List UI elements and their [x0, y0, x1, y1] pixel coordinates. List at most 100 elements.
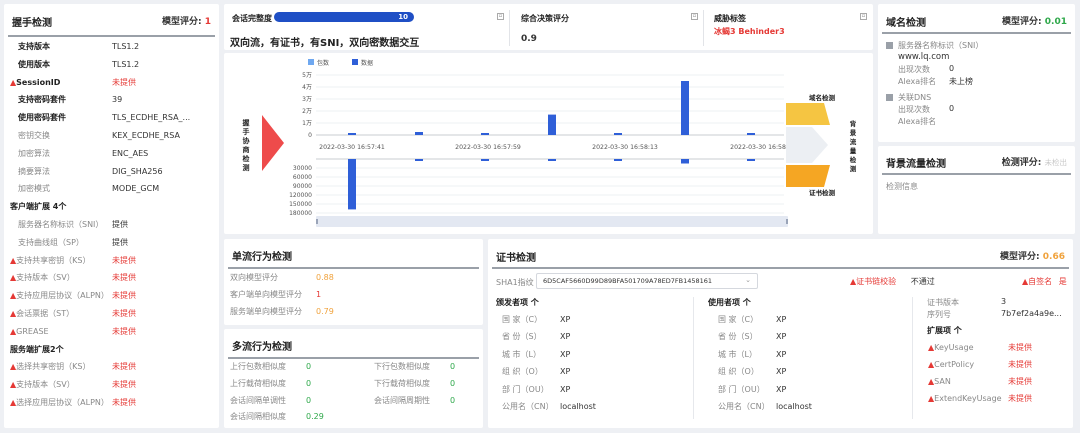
client-ext-row: ▲支持版本（SV） 未提供 — [4, 269, 219, 287]
cert-ext-row: ▲KeyUsage 未提供 — [924, 339, 1072, 356]
single-flow-row: 服务端单向模型评分 0.79 — [224, 303, 483, 320]
bgflow-title: 背景流量检测 — [886, 159, 946, 170]
divider — [8, 35, 215, 37]
chain-check-label: 证书链校验 — [856, 277, 897, 286]
multi-flow-value: 0 — [306, 395, 312, 405]
expand-icon[interactable]: ▫ — [860, 13, 867, 20]
session-progress-value: 10 — [398, 13, 408, 21]
cert-field-row: 国 家（C） XP — [704, 311, 904, 328]
handshake-row-value: MODE_GCM — [112, 184, 160, 194]
client-ext-value: 提供 — [112, 219, 128, 229]
traffic-chart: 包数 数据 5万 4万 3万 2万 1万 0 2022-03-30 16:57:41 2022-0… — [243, 59, 857, 227]
cert-field-value: XP — [776, 384, 787, 394]
legend-label: 包数 — [317, 59, 329, 67]
handshake-row-key: 支持版本 — [18, 42, 50, 51]
cert-field-value: XP — [560, 384, 571, 394]
cert-ext-row: ▲SAN 未提供 — [924, 373, 1072, 390]
y-tick-label: 180000 — [289, 210, 312, 217]
handshake-row-key: 加密算法 — [18, 148, 50, 158]
dns-count-value: 0 — [949, 104, 955, 113]
serial-value: 7b7ef2a4a9e... — [1001, 309, 1062, 318]
single-flow-key: 服务端单向模型评分 — [230, 307, 302, 316]
ext-rows: ▲KeyUsage 未提供 ▲CertPolicy 未提供 ▲SAN 未提供 ▲… — [924, 339, 1072, 407]
downstream-bar — [747, 159, 755, 161]
divider — [912, 297, 913, 419]
upstream-bar — [415, 132, 423, 135]
cert-version-value: 3 — [1001, 297, 1007, 306]
cert-field-value: XP — [776, 332, 787, 342]
cert-panel: 证书检测 模型评分: 0.66 SHA1指纹 6D5CAF5660D99D89B… — [488, 239, 1073, 428]
y-tick-label: 60000 — [293, 174, 312, 181]
client-ext-key: ▲GREASE — [10, 326, 49, 336]
handshake-label-char: 手 — [243, 127, 250, 136]
cert-field-key: 省 份（S） — [718, 332, 758, 342]
y-tick-label: 2万 — [302, 108, 312, 115]
multi-flow-left: 上行包数相似度 0 上行载荷相似度 0 会话间隔单调性 0 会话间隔相似度 0.… — [224, 359, 364, 426]
server-ext-key: ▲支持版本（SV） — [10, 380, 75, 390]
expand-icon[interactable]: ▫ — [497, 13, 504, 20]
expand-icon[interactable]: ▫ — [691, 13, 698, 20]
multi-flow-row: 会话间隔单调性 0 — [224, 393, 364, 410]
handshake-row: 使用密码套件 TLS_ECDHE_RSA_... — [4, 109, 219, 127]
cert-field-value: XP — [560, 315, 571, 324]
handshake-row: 密钥交换 KEX_ECDHE_RSA — [4, 127, 219, 145]
multi-flow-value: 0.29 — [306, 412, 324, 422]
cert-field-key: 组 织（O） — [718, 367, 759, 377]
cert-field-row: 省 份（S） XP — [704, 328, 904, 345]
multi-flow-right: 下行包数相似度 0 下行载荷相似度 0 会话间隔周期性 0 — [364, 359, 483, 409]
bgflow-score-value: 未检出 — [1044, 158, 1068, 167]
threat-tag-label: 威胁标签 — [714, 14, 746, 23]
multi-flow-row: 下行包数相似度 0 — [364, 359, 483, 376]
cert-field-key: 省 份（S） — [502, 332, 542, 342]
multi-flow-key: 会话间隔周期性 — [374, 395, 430, 405]
issuer-title: 颁发者项 个 — [496, 298, 539, 307]
chain-check: ▲证书链校验 不通过 — [850, 276, 935, 287]
domain-score: 模型评分: 0.01 — [1002, 14, 1067, 27]
multi-flow-value: 0 — [306, 378, 312, 388]
self-signed-label: 自签名 — [1028, 277, 1053, 286]
downstream-bar — [481, 159, 489, 161]
cert-field-value: XP — [776, 315, 787, 324]
server-ext-value: 未提供 — [112, 397, 136, 407]
domain-panel: 域名检测 模型评分: 0.01 服务器名称标识（SNI） www.lq.com … — [878, 4, 1075, 142]
cert-field-key: 公用名（CN） — [502, 401, 554, 411]
bgflow-label-char: 量 — [850, 146, 857, 155]
legend-swatch — [352, 59, 358, 65]
domain-flow-label: 域名检测 — [809, 93, 836, 102]
dns-alexa-label: Alexa排名 — [898, 117, 937, 126]
handshake-row-value: TLS1.2 — [112, 42, 140, 51]
divider — [882, 173, 1071, 175]
handshake-row-value: DIG_SHA256 — [112, 166, 163, 176]
y-tick-label: 90000 — [293, 183, 312, 190]
x-tick-label: 2022-03-30 16:58:13 — [592, 144, 658, 151]
handshake-title: 握手检测 — [12, 18, 52, 29]
handshake-row-value: ENC_AES — [112, 148, 149, 158]
client-ext-value: 未提供 — [112, 273, 136, 283]
upstream-bar — [548, 114, 556, 135]
client-ext-value: 未提供 — [112, 326, 136, 336]
handshake-row-key: 支持密码套件 — [18, 95, 66, 105]
sni-item: 服务器名称标识（SNI） — [886, 40, 983, 51]
sha1-select[interactable]: 6D5CAF5660D99D89BFA501709A78ED7FB1458161… — [536, 273, 758, 289]
handshake-row: 支持版本 TLS1.2 — [4, 38, 219, 56]
cert-field-row: 公用名（CN） localhost — [704, 398, 904, 415]
cert-field-key: 城 市（L） — [718, 349, 757, 359]
cert-ext-key: ▲KeyUsage — [928, 343, 974, 352]
decision-score-label: 综合决策评分 — [521, 14, 569, 23]
client-ext-row: 支持曲线组（SP） 提供 — [4, 234, 219, 252]
client-ext-key: 服务器名称标识（SNI） — [18, 219, 104, 229]
cert-field-value: XP — [560, 367, 571, 377]
legend-swatch — [308, 59, 314, 65]
cert-ext-row: ▲ExtendKeyUsage 未提供 — [924, 390, 1072, 407]
self-signed-value: 是 — [1058, 277, 1067, 286]
cert-field-value: XP — [560, 332, 571, 342]
cert-ext-key: ▲CertPolicy — [928, 360, 975, 369]
server-ext-key: ▲选择共享密钥（KS） — [10, 362, 91, 372]
single-flow-key: 客户端单向模型评分 — [230, 290, 302, 299]
background-flow-panel: 背景流量检测 检测评分: 未检出 检测信息 — [878, 146, 1075, 234]
cert-field-row: 公用名（CN） localhost — [488, 398, 688, 415]
client-ext-value: 提供 — [112, 237, 128, 247]
handshake-row: 使用版本 TLS1.2 — [4, 56, 219, 74]
cert-field-key: 部 门（OU） — [502, 384, 549, 394]
cert-funnel-bottom — [786, 165, 830, 187]
